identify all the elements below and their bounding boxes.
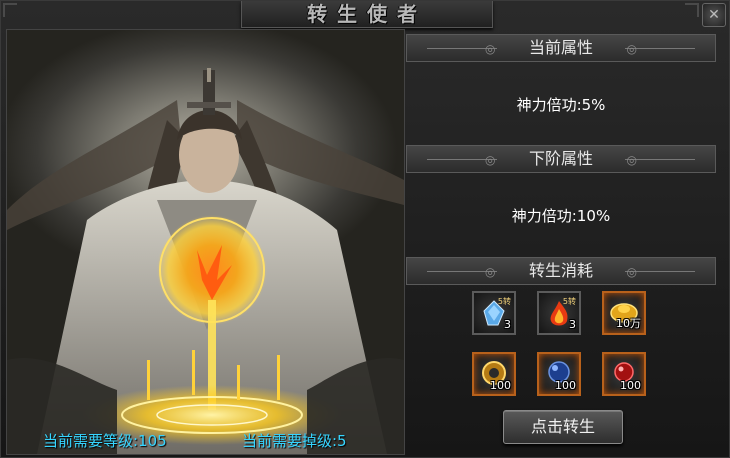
cost-item-slot[interactable]: 5转 3 [537,291,581,335]
character-art: 当前需要等级:105 当前需要掉级:5 [6,29,405,455]
cost-item-slot[interactable]: 100 [537,352,581,396]
item-count: 10万 [616,317,641,330]
item-count: 100 [620,379,641,392]
character-illustration [7,68,404,454]
item-count: 3 [504,318,511,331]
next-attribute-value: 神力倍功:10% [511,207,611,225]
next-attributes-title: 下阶属性 [528,149,593,168]
required-drop-level-text: 当前需要掉级:5 [242,432,347,450]
cost-item-slot[interactable]: 100 [602,352,646,396]
cost-item-slot[interactable]: 5转 3 [472,291,516,335]
window-title: 转生使者 [241,1,493,28]
required-level-text: 当前需要等级:105 [43,432,167,450]
cost-item-slot[interactable]: 10万 [602,291,646,335]
item-count: 3 [569,318,576,331]
current-attributes-title: 当前属性 [528,38,593,57]
corner-ornament [3,3,17,17]
rebirth-button[interactable]: 点击转生 [503,410,623,444]
current-attribute-value: 神力倍功:5% [516,96,606,114]
cost-item-slot[interactable]: 100 [472,352,516,396]
rebirth-window: 转生使者 ✕ 当前需要等级:105 当前需要掉级:5 ◎ ◎ 当前属性 神力倍功… [0,0,730,458]
item-count: 100 [555,379,576,392]
close-icon[interactable]: ✕ [702,3,726,27]
corner-ornament [685,3,699,17]
next-attributes-header: ◎ ◎ 下阶属性 [406,145,716,173]
rebirth-cost-header: ◎ ◎ 转生消耗 [406,257,716,285]
rebirth-cost-title: 转生消耗 [528,261,593,280]
attributes-panel: ◎ ◎ 当前属性 神力倍功:5% ◎ ◎ 下阶属性 神力倍功:10% ◎ ◎ 转… [406,29,724,453]
current-attributes-header: ◎ ◎ 当前属性 [406,34,716,62]
item-count: 100 [490,379,511,392]
